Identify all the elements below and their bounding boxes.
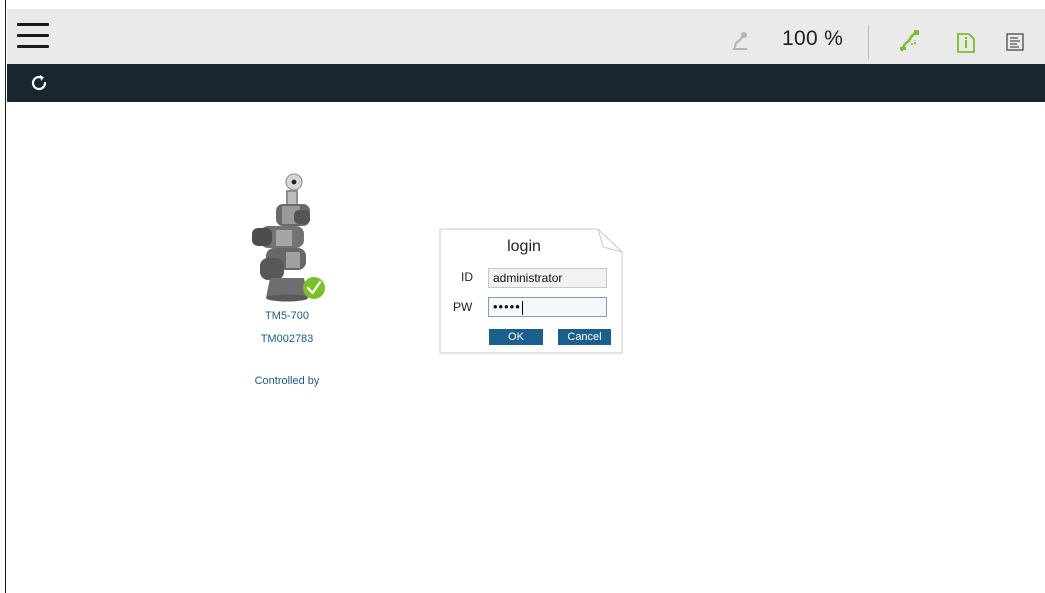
controlled-by-label: Controlled by [254, 375, 320, 387]
menu-icon[interactable] [17, 23, 49, 49]
toolbar-divider [868, 25, 869, 59]
ok-button[interactable]: OK [489, 329, 543, 345]
window-top-margin [0, 0, 1045, 9]
network-icon[interactable] [898, 28, 922, 52]
cancel-button[interactable]: Cancel [558, 329, 611, 345]
refresh-icon[interactable] [29, 73, 49, 93]
top-toolbar [7, 9, 1045, 64]
password-field[interactable]: ••••• [488, 297, 607, 317]
login-title: login [507, 238, 541, 255]
log-icon[interactable] [1006, 33, 1024, 51]
window-left-border [0, 0, 6, 593]
text-caret [521, 300, 523, 315]
robot-image[interactable] [246, 170, 328, 302]
speed-icon [733, 32, 747, 50]
id-field[interactable]: administrator [488, 268, 607, 288]
pw-label: PW [453, 300, 473, 314]
robot-model-link[interactable]: TM5-700 [227, 310, 347, 322]
login-dialog: login ID administrator PW ••••• OK Cance… [439, 228, 623, 354]
info-icon[interactable] [956, 33, 976, 53]
sub-toolbar [7, 64, 1045, 102]
robot-serial-link[interactable]: TM002783 [227, 333, 347, 345]
speed-percentage: 100 % [782, 27, 844, 50]
id-label: ID [461, 270, 473, 284]
password-mask: ••••• [493, 299, 521, 314]
